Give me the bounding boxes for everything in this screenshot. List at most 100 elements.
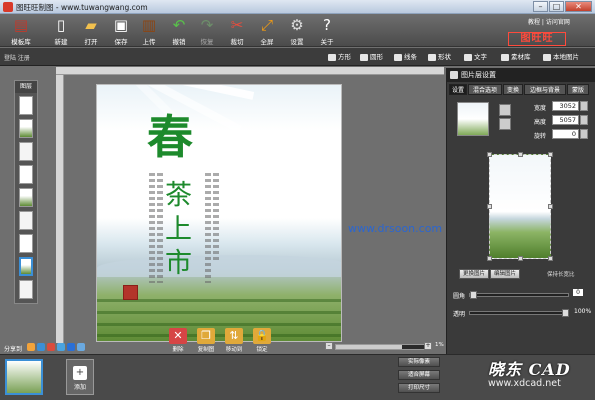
toolbar-crop-button[interactable]: ✂ 裁切 (222, 15, 252, 46)
layer-image-thumbnail (457, 102, 489, 136)
resize-handle[interactable] (548, 256, 553, 261)
flip-vertical-icon[interactable] (499, 118, 511, 130)
tab-blend-options[interactable]: 混合选项 (468, 84, 502, 95)
rotate-field[interactable]: 0 (552, 129, 579, 139)
horizontal-ruler (56, 67, 444, 75)
delete-button[interactable]: ✕ 删除 (166, 328, 190, 354)
layer-thumbnail[interactable] (19, 188, 33, 207)
zoom-slider[interactable] (335, 344, 431, 350)
top-links[interactable]: 教程 | 访问官网 (528, 17, 570, 26)
zoom-label: 1% (435, 342, 444, 348)
keep-ratio-checkbox[interactable]: 保持长宽比 (547, 270, 575, 278)
maximize-button[interactable]: □ (549, 1, 564, 12)
layer-thumbnail[interactable] (19, 234, 33, 253)
template-library-icon: ▤ (13, 16, 29, 34)
tab-mask[interactable]: 蒙版 (567, 84, 589, 95)
share-star-icon[interactable] (27, 343, 35, 351)
resize-handle[interactable] (487, 204, 492, 209)
poem-column (205, 173, 211, 283)
material-library-button[interactable]: 素材库 (499, 51, 531, 64)
corner-radius-knob[interactable] (470, 291, 477, 299)
toolbar-save-button[interactable]: ▣ 保存 (106, 15, 136, 46)
tab-border-background[interactable]: 边框与背景 (524, 84, 566, 95)
share-qzone-icon[interactable] (37, 343, 45, 351)
resize-handle[interactable] (548, 204, 553, 209)
resize-handle[interactable] (487, 152, 492, 157)
edit-image-button[interactable]: 编辑图片 (490, 269, 520, 279)
design-canvas[interactable]: 春 茶上市 (96, 84, 342, 342)
toolbar-redo-button[interactable]: ↷ 恢复 (192, 15, 222, 46)
page-thumbnail[interactable] (5, 359, 43, 395)
move-button[interactable]: ⇅ 移动到 (222, 328, 246, 354)
toolbar-new-button[interactable]: ▯ 新建 (46, 15, 76, 46)
resize-handle[interactable] (487, 256, 492, 261)
rotate-spinner[interactable] (580, 129, 588, 139)
rectangle-button[interactable]: 方形 (326, 51, 351, 64)
layers-title: 图层 (15, 81, 37, 93)
layer-thumbnail[interactable] (19, 119, 33, 138)
layer-thumbnail[interactable] (19, 211, 33, 230)
toolbar-fullscreen-button[interactable]: ⤢ 全屏 (252, 15, 282, 46)
toolbar-undo-button[interactable]: ↶ 撤销 (164, 15, 194, 46)
resize-handle[interactable] (518, 152, 523, 157)
shape-button[interactable]: 形状 (426, 51, 451, 64)
line-button[interactable]: 线条 (392, 51, 417, 64)
print-size-button[interactable]: 打印尺寸 (398, 383, 440, 393)
replace-image-button[interactable]: 更换图片 (459, 269, 489, 279)
share-more-icon[interactable] (77, 343, 85, 351)
tab-settings[interactable]: 设置 (449, 84, 467, 95)
share-tqq-icon[interactable] (57, 343, 65, 351)
image-layer-settings-panel: 图片层设置 设置 混合选项 变换 边框与背景 蒙版 宽度 3052 高度 505… (446, 68, 595, 354)
zoom-out-button[interactable]: – (325, 342, 333, 350)
toolbar-template-library-button[interactable]: ▤ 模板库 (6, 15, 36, 46)
toolbar-open-button[interactable]: ▰ 打开 (76, 15, 106, 46)
opacity-slider[interactable] (469, 309, 569, 317)
subtitle-chars[interactable]: 茶上市 (165, 179, 193, 281)
minimize-button[interactable]: – (533, 1, 548, 12)
layer-thumbnail[interactable] (19, 280, 33, 299)
opacity-knob[interactable] (562, 309, 569, 317)
layer-thumbnail[interactable] (19, 142, 33, 161)
title-bar: 图旺旺制图 - www.tuwangwang.com – □ ✕ (0, 0, 595, 14)
circle-button[interactable]: 圆形 (358, 51, 383, 64)
corner-radius-slider[interactable] (469, 291, 569, 299)
login-register-links[interactable]: 登陆 注册 (4, 53, 30, 62)
height-field[interactable]: 5057 (552, 115, 579, 125)
fullscreen-icon: ⤢ (260, 16, 273, 34)
width-spinner[interactable] (580, 101, 588, 111)
close-button[interactable]: ✕ (565, 1, 592, 12)
poem-column (149, 173, 155, 283)
vertical-ruler (56, 75, 64, 343)
fit-screen-button[interactable]: 适合屏幕 (398, 370, 440, 380)
add-page-button[interactable]: + 添加 (66, 359, 94, 395)
share-weibo-icon[interactable] (47, 343, 55, 351)
share-row: 分享到 (2, 343, 122, 353)
toolbar-upload-button[interactable]: ▥ 上传 (134, 15, 164, 46)
toolbar-about-button[interactable]: ? 关于 (312, 15, 342, 46)
resize-handle[interactable] (518, 256, 523, 261)
layer-thumbnail[interactable] (19, 257, 33, 276)
copy-button[interactable]: ❐ 复制图 (194, 328, 218, 354)
corner-radius-value[interactable]: 0 (573, 289, 583, 296)
image-crop-preview[interactable] (489, 154, 551, 259)
text-button[interactable]: 文字 (462, 51, 487, 64)
width-field[interactable]: 3052 (552, 101, 579, 111)
flip-horizontal-icon[interactable] (499, 104, 511, 116)
actual-pixels-button[interactable]: 实际像素 (398, 357, 440, 367)
height-spinner[interactable] (580, 115, 588, 125)
poem-column (157, 173, 163, 283)
tea-field-row (97, 311, 341, 314)
zoom-in-button[interactable]: + (424, 342, 432, 350)
layer-thumbnail[interactable] (19, 96, 33, 115)
layer-thumbnail[interactable] (19, 165, 33, 184)
tab-transform[interactable]: 变换 (503, 84, 523, 95)
resize-handle[interactable] (548, 152, 553, 157)
local-image-button[interactable]: 本地图片 (541, 51, 579, 64)
tea-field-row (97, 323, 341, 326)
app-logo-icon (3, 2, 13, 12)
share-renren-icon[interactable] (67, 343, 75, 351)
toolbar-settings-button[interactable]: ⚙ 设置 (282, 15, 312, 46)
headline-char[interactable]: 春 (147, 111, 193, 163)
lock-button[interactable]: 🔒 锁定 (250, 328, 274, 354)
new-file-icon: ▯ (56, 16, 66, 34)
